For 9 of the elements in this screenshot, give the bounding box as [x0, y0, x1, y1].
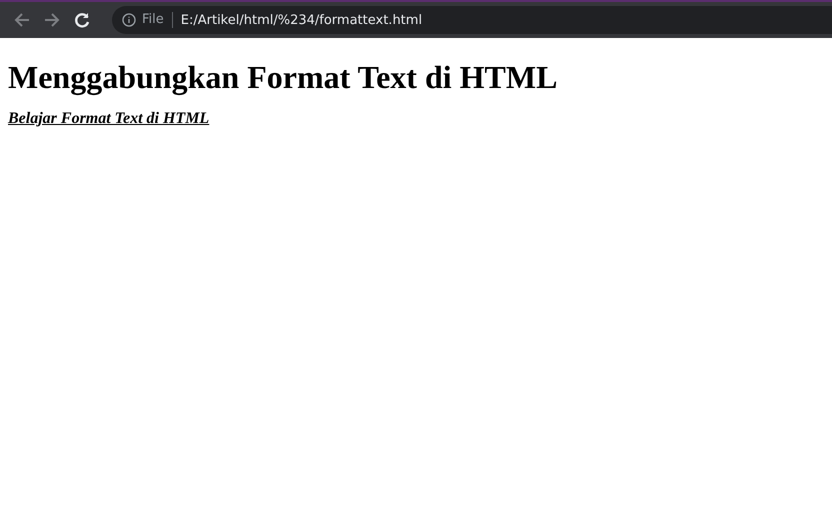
right-arrow-icon [43, 11, 61, 29]
reload-icon [73, 11, 91, 29]
url-text: E:/Artikel/html/%234/formattext.html [180, 12, 422, 28]
left-arrow-icon [13, 11, 31, 29]
address-bar[interactable]: File E:/Artikel/html/%234/formattext.html [112, 6, 832, 34]
info-icon [122, 13, 136, 27]
subtitle-text: Belajar Format Text di HTML [8, 110, 210, 127]
page-heading: Menggabungkan Format Text di HTML [8, 59, 558, 96]
scheme-label: File [142, 12, 173, 28]
